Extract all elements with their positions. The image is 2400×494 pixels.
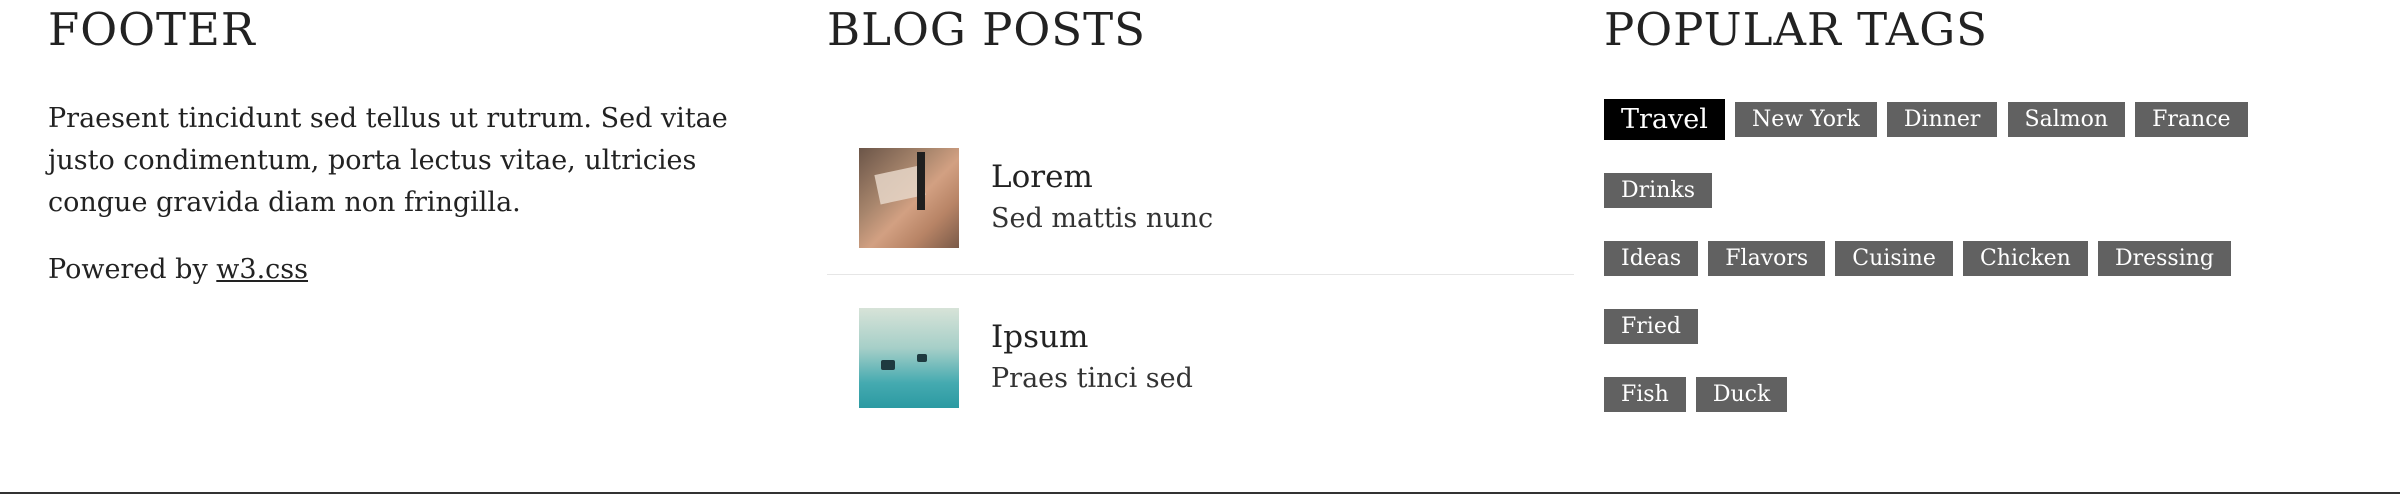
post-text: Lorem Sed mattis nunc <box>991 156 1213 240</box>
tag-ideas[interactable]: Ideas <box>1604 241 1699 276</box>
blog-post-item[interactable]: Ipsum Praes tinci sed <box>827 274 1574 440</box>
footer-description: Praesent tincidunt sed tellus ut rutrum.… <box>48 103 728 218</box>
post-text: Ipsum Praes tinci sed <box>991 316 1193 400</box>
tag-duck[interactable]: Duck <box>1695 377 1788 412</box>
tag-fish[interactable]: Fish <box>1604 377 1686 412</box>
tag-salmon[interactable]: Salmon <box>2007 102 2126 137</box>
post-thumbnail-cable-car[interactable] <box>859 307 959 408</box>
post-title[interactable]: Ipsum <box>991 316 1193 358</box>
tag-cuisine[interactable]: Cuisine <box>1835 241 1953 276</box>
footer-column: FOOTER Praesent tincidunt sed tellus ut … <box>48 0 778 291</box>
tag-chicken[interactable]: Chicken <box>1962 241 2088 276</box>
powered-by-label: Powered by <box>48 254 217 285</box>
tag-dressing[interactable]: Dressing <box>2097 241 2231 276</box>
post-thumbnail-desk[interactable] <box>859 148 959 248</box>
blog-posts-column: BLOG POSTS Lorem Sed mattis nunc Ipsum P… <box>827 0 1574 440</box>
footer-heading: FOOTER <box>48 3 256 56</box>
tag-fried[interactable]: Fried <box>1604 309 1698 344</box>
post-subtitle: Sed mattis nunc <box>991 203 1214 234</box>
tag-france[interactable]: France <box>2135 102 2248 137</box>
blog-post-list: Lorem Sed mattis nunc Ipsum Praes tinci … <box>827 122 1574 440</box>
tag-flavors[interactable]: Flavors <box>1708 241 1826 276</box>
tag-cloud: Travel New York Dinner Salmon France Dri… <box>1604 99 2324 445</box>
popular-tags-column: POPULAR TAGS Travel New York Dinner Salm… <box>1604 0 2364 445</box>
w3css-link[interactable]: w3.css <box>216 254 308 285</box>
post-title[interactable]: Lorem <box>991 156 1213 198</box>
tag-dinner[interactable]: Dinner <box>1886 102 1998 137</box>
post-subtitle: Praes tinci sed <box>991 362 1193 394</box>
popular-tags-heading: POPULAR TAGS <box>1604 3 1988 56</box>
blog-posts-heading: BLOG POSTS <box>827 3 1146 56</box>
tag-new-york[interactable]: New York <box>1734 102 1877 137</box>
tag-travel[interactable]: Travel <box>1604 99 1725 140</box>
powered-by: Powered by w3.css <box>48 249 778 291</box>
blog-post-item[interactable]: Lorem Sed mattis nunc <box>827 122 1574 274</box>
tag-drinks[interactable]: Drinks <box>1604 173 1712 208</box>
